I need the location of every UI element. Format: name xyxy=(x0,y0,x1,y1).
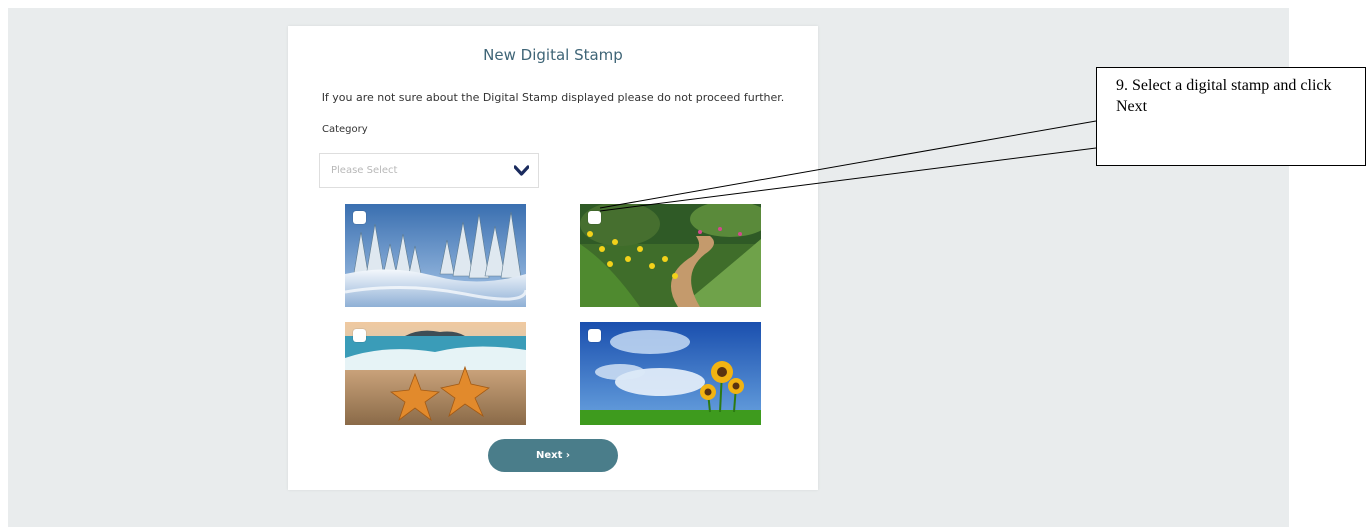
category-label: Category xyxy=(322,124,368,135)
callout-text: 9. Select a digital stamp and click Next xyxy=(1116,77,1332,115)
stamp-checkbox[interactable] xyxy=(588,329,601,342)
stamp-image-beach[interactable] xyxy=(345,322,526,425)
dialog-title: New Digital Stamp xyxy=(483,46,623,64)
chevron-down-icon xyxy=(514,165,529,176)
sunflowers-sky-image xyxy=(580,322,761,425)
category-placeholder: Please Select xyxy=(331,165,398,176)
category-select[interactable]: Please Select xyxy=(319,153,539,188)
stamp-checkbox[interactable] xyxy=(588,211,601,224)
warning-notice: If you are not sure about the Digital St… xyxy=(321,91,785,104)
stamp-image-sunflower[interactable] xyxy=(580,322,761,425)
next-button[interactable]: Next › xyxy=(488,439,618,472)
starfish-beach-image xyxy=(345,322,526,425)
stamp-checkbox[interactable] xyxy=(353,211,366,224)
new-stamp-dialog: New Digital Stamp If you are not sure ab… xyxy=(288,26,818,490)
stamp-image-winter[interactable] xyxy=(345,204,526,307)
winter-forest-image xyxy=(345,204,526,307)
garden-path-image xyxy=(580,204,761,307)
stamp-checkbox[interactable] xyxy=(353,329,366,342)
stamp-image-garden[interactable] xyxy=(580,204,761,307)
instruction-callout: 9. Select a digital stamp and click Next xyxy=(1096,67,1366,166)
